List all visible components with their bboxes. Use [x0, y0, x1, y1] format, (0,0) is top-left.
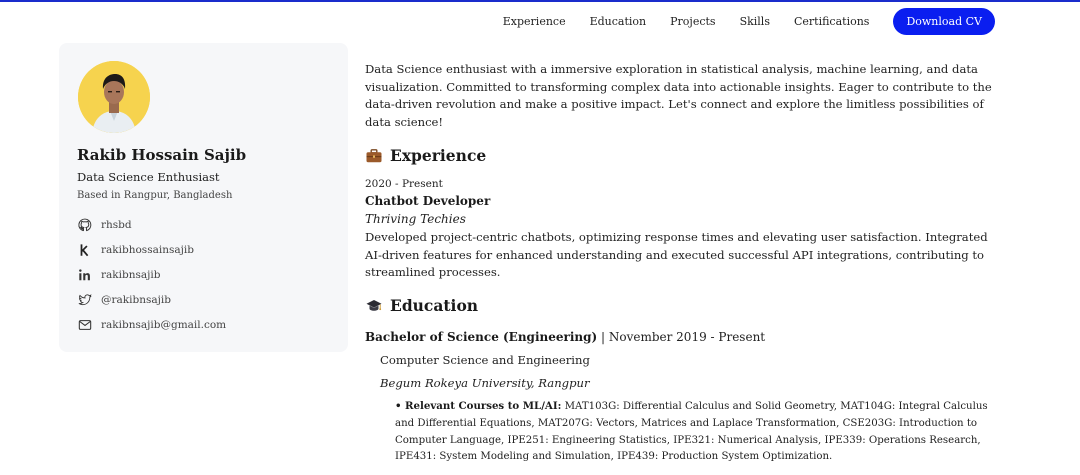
education-period: | November 2019 - Present — [601, 330, 766, 344]
social-twitter[interactable]: @rakibnsajib — [77, 291, 337, 309]
social-label: rhsbd — [101, 219, 132, 231]
email-icon — [77, 318, 92, 333]
profile-name: Rakib Hossain Sajib — [77, 146, 247, 164]
education-major: Computer Science and Engineering — [380, 353, 590, 367]
graduation-cap-icon — [365, 298, 382, 313]
social-label: @rakibnsajib — [101, 294, 171, 306]
section-title: Experience — [390, 146, 487, 165]
courses-label: • Relevant Courses to ML/AI: — [395, 400, 562, 412]
education-university: Begum Rokeya University, Rangpur — [380, 376, 590, 390]
profile-location: Based in Rangpur, Bangladesh — [77, 190, 233, 201]
social-label: rakibnsajib@gmail.com — [101, 319, 227, 331]
top-accent-line — [0, 0, 1080, 2]
nav-skills[interactable]: Skills — [740, 15, 770, 28]
social-label: rakibnsajib — [101, 269, 161, 281]
github-icon — [77, 218, 92, 233]
experience-description: Developed project-centric chatbots, opti… — [365, 230, 988, 279]
nav-certifications[interactable]: Certifications — [794, 15, 869, 28]
kaggle-icon — [77, 243, 92, 258]
experience-company: Thriving Techies — [365, 212, 466, 226]
social-label: rakibhossainsajib — [101, 244, 194, 256]
section-title: Education — [390, 296, 479, 315]
nav-projects[interactable]: Projects — [670, 15, 715, 28]
education-degree: Bachelor of Science (Engineering) — [365, 330, 598, 344]
experience-heading: Experience — [365, 146, 486, 165]
top-nav: Experience Education Projects Skills Cer… — [503, 8, 995, 35]
social-email[interactable]: rakibnsajib@gmail.com — [77, 316, 337, 334]
avatar-photo — [78, 61, 150, 133]
education-degree-line: Bachelor of Science (Engineering) | Nove… — [365, 330, 765, 344]
linkedin-icon — [77, 268, 92, 283]
avatar — [78, 61, 150, 133]
social-kaggle[interactable]: rakibhossainsajib — [77, 241, 337, 259]
briefcase-icon — [365, 148, 382, 163]
profile-card: Rakib Hossain Sajib Data Science Enthusi… — [59, 43, 348, 352]
social-github[interactable]: rhsbd — [77, 216, 337, 234]
profile-role: Data Science Enthusiast — [77, 170, 220, 184]
experience-date: 2020 - Present — [365, 178, 443, 190]
education-heading: Education — [365, 296, 478, 315]
experience-title: Chatbot Developer — [365, 194, 491, 208]
relevant-courses: • Relevant Courses to ML/AI: MAT103G: Di… — [395, 398, 1007, 466]
nav-experience[interactable]: Experience — [503, 15, 566, 28]
download-cv-button[interactable]: Download CV — [893, 8, 995, 35]
intro-paragraph: Data Science enthusiast with a immersive… — [365, 62, 992, 129]
social-linkedin[interactable]: rakibnsajib — [77, 266, 337, 284]
nav-education[interactable]: Education — [590, 15, 647, 28]
twitter-icon — [77, 293, 92, 308]
